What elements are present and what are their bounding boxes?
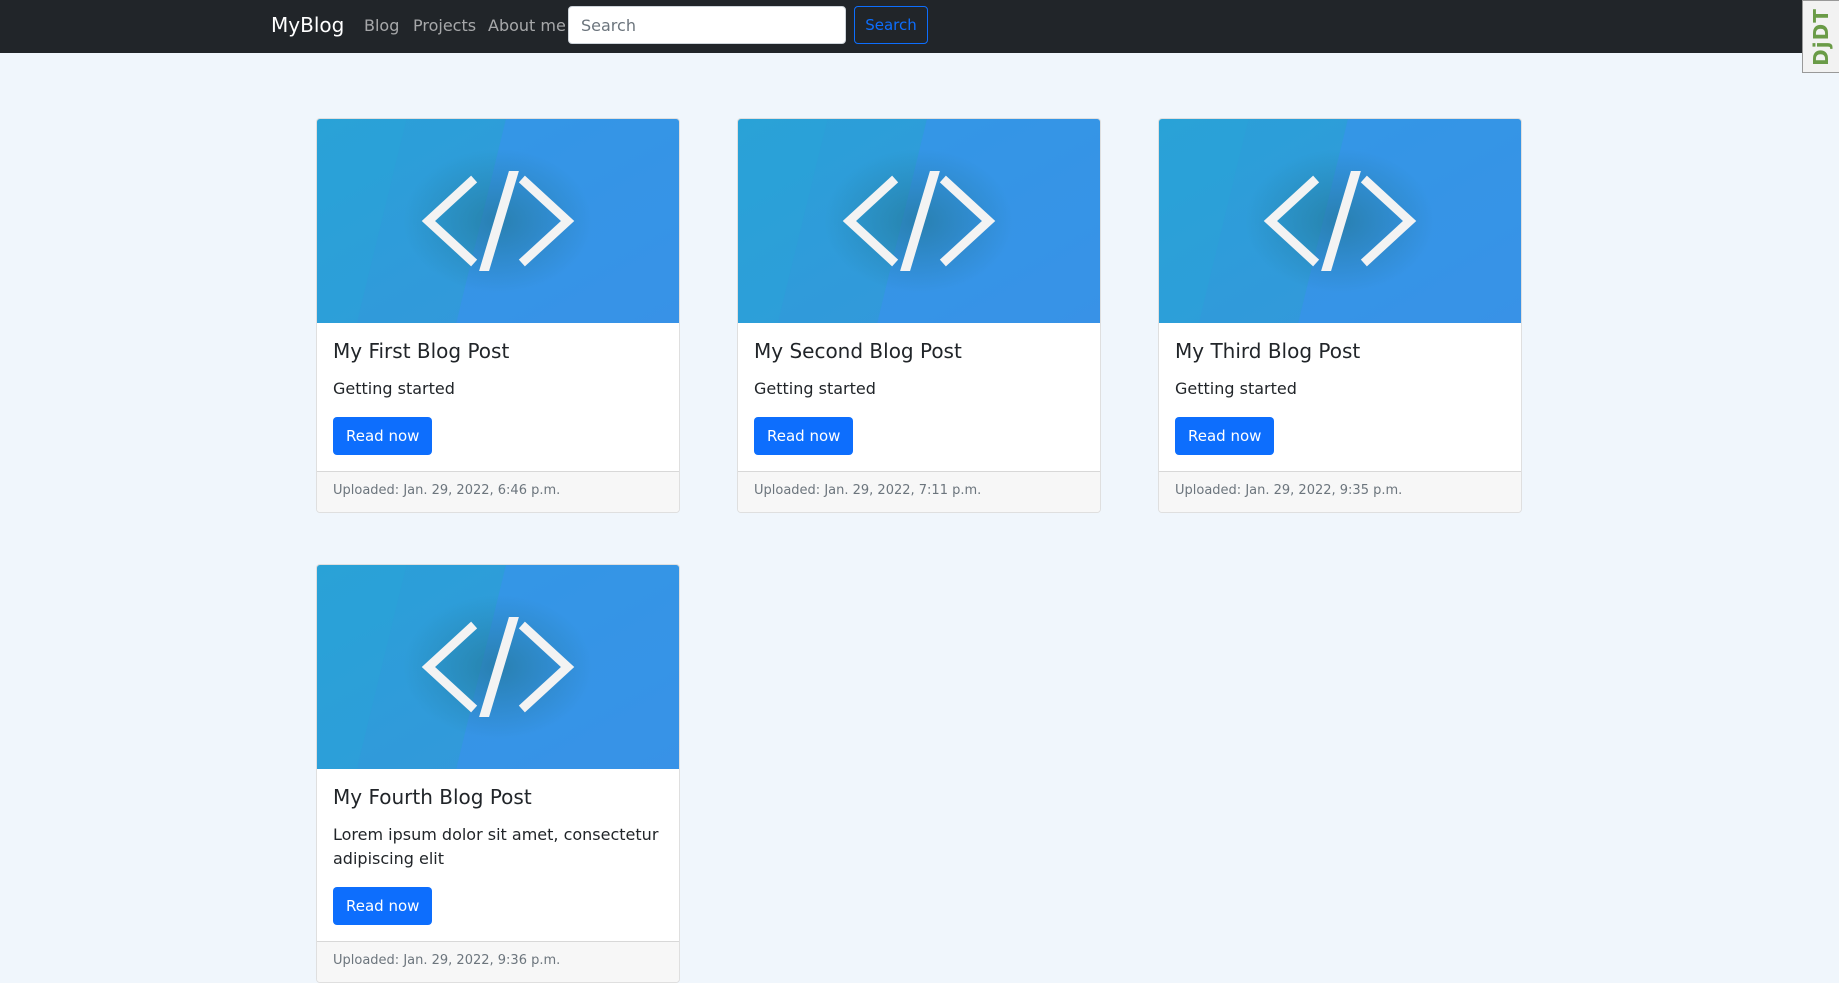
post-title: My Second Blog Post	[754, 339, 962, 363]
post-title: My First Blog Post	[333, 339, 510, 363]
brand-link[interactable]: MyBlog	[271, 13, 344, 37]
post-uploaded-date: Uploaded: Jan. 29, 2022, 7:11 p.m.	[738, 471, 1100, 512]
post-uploaded-date: Uploaded: Jan. 29, 2022, 6:46 p.m.	[317, 471, 679, 512]
search-button[interactable]: Search	[854, 6, 928, 44]
post-card: My Second Blog Post Getting started Read…	[737, 118, 1101, 513]
nav-link-blog[interactable]: Blog	[364, 16, 399, 35]
read-now-button[interactable]: Read now	[1175, 417, 1275, 455]
post-card: My Fourth Blog Post Lorem ipsum dolor si…	[316, 564, 680, 983]
post-uploaded-date: Uploaded: Jan. 29, 2022, 9:36 p.m.	[317, 941, 679, 982]
read-now-button[interactable]: Read now	[333, 417, 433, 455]
code-brackets-icon	[317, 119, 679, 323]
post-description: Getting started	[1175, 379, 1297, 398]
debug-toolbar-handle[interactable]: DjDT	[1802, 0, 1839, 73]
nav-link-projects[interactable]: Projects	[413, 16, 476, 35]
post-description: Lorem ipsum dolor sit amet, consectetur …	[333, 825, 659, 868]
post-description: Getting started	[333, 379, 455, 398]
read-now-button[interactable]: Read now	[754, 417, 854, 455]
post-title: My Fourth Blog Post	[333, 785, 532, 809]
navbar: MyBlog Blog Projects About me Search	[0, 0, 1839, 53]
debug-toolbar-label: DjDT	[1809, 7, 1833, 66]
card-body: My Fourth Blog Post Lorem ipsum dolor si…	[317, 769, 679, 941]
read-now-button[interactable]: Read now	[333, 887, 433, 925]
nav-link-about-me[interactable]: About me	[488, 16, 566, 35]
card-body: My Second Blog Post Getting started Read…	[738, 323, 1100, 471]
post-description: Getting started	[754, 379, 876, 398]
code-brackets-icon	[317, 565, 679, 769]
search-input[interactable]	[568, 6, 846, 44]
code-brackets-icon	[738, 119, 1100, 323]
post-title: My Third Blog Post	[1175, 339, 1361, 363]
post-uploaded-date: Uploaded: Jan. 29, 2022, 9:35 p.m.	[1159, 471, 1521, 512]
card-body: My First Blog Post Getting started Read …	[317, 323, 679, 471]
code-brackets-icon	[1159, 119, 1521, 323]
post-card: My First Blog Post Getting started Read …	[316, 118, 680, 513]
card-body: My Third Blog Post Getting started Read …	[1159, 323, 1521, 471]
post-card: My Third Blog Post Getting started Read …	[1158, 118, 1522, 513]
